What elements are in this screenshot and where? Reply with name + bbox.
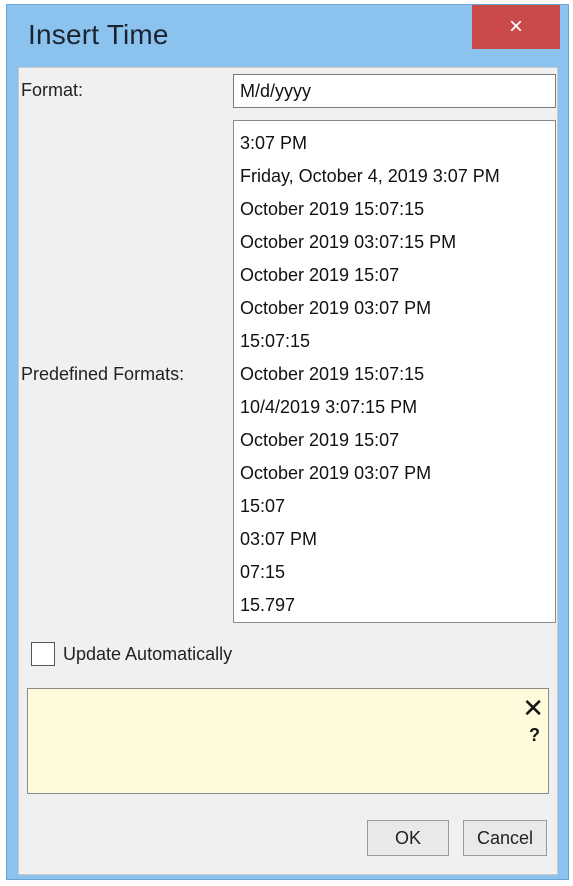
help-panel: ✕ ? — [27, 688, 549, 794]
format-list-item[interactable]: 3:07 PM — [234, 127, 555, 160]
format-list-item[interactable]: October 2019 03:07 PM — [234, 457, 555, 490]
help-question-icon[interactable]: ? — [529, 725, 540, 746]
format-label: Format: — [21, 80, 84, 100]
dialog-body: Format: Predefined Formats: 3:07 PMFrida… — [18, 67, 558, 875]
format-list-item[interactable]: 15.797 — [234, 589, 555, 622]
format-list-item[interactable]: 07:15 — [234, 556, 555, 589]
predefined-formats-list[interactable]: 3:07 PM Friday, October 4, 2019 3:07 PM Oc… — [233, 120, 556, 623]
format-input[interactable] — [233, 74, 556, 108]
format-list-item[interactable]: October 2019 15:07 — [234, 259, 555, 292]
format-list-item[interactable]: October 2019 15:07:15 — [234, 358, 555, 391]
update-automatically-checkbox[interactable] — [31, 642, 55, 666]
help-close-icon[interactable]: ✕ — [522, 695, 544, 721]
title-bar[interactable]: Insert Time × — [7, 5, 568, 65]
ok-button[interactable]: OK — [367, 820, 449, 856]
format-list-item[interactable]: October 2019 15:07:15 — [234, 193, 555, 226]
format-list-item[interactable]: 03:07 PM — [234, 523, 555, 556]
close-button[interactable]: × — [472, 5, 560, 49]
format-list-item[interactable]: October 2019 15:07 — [234, 424, 555, 457]
format-list-item[interactable]: October 2019 03:07:15 PM — [234, 226, 555, 259]
format-list-item[interactable]: 15:07 — [234, 490, 555, 523]
format-list-item[interactable]: October 2019 03:07 PM — [234, 292, 555, 325]
format-list-item[interactable]: 10/4/2019 3:07:15 PM — [234, 391, 555, 424]
format-list-item[interactable]: Friday, October 4, 2019 3:07 PM — [234, 160, 555, 193]
dialog-title: Insert Time — [28, 19, 169, 50]
close-icon: × — [508, 13, 523, 40]
format-list-item[interactable]: 15:07:15 — [234, 325, 555, 358]
update-automatically-label: Update Automatically — [63, 643, 233, 664]
cancel-button[interactable]: Cancel — [463, 820, 547, 856]
predefined-formats-label: Predefined Formats: — [21, 364, 185, 384]
update-automatically-row[interactable]: Update Automatically — [31, 642, 232, 666]
insert-time-dialog: Insert Time × Format: Predefined Formats… — [6, 4, 569, 880]
